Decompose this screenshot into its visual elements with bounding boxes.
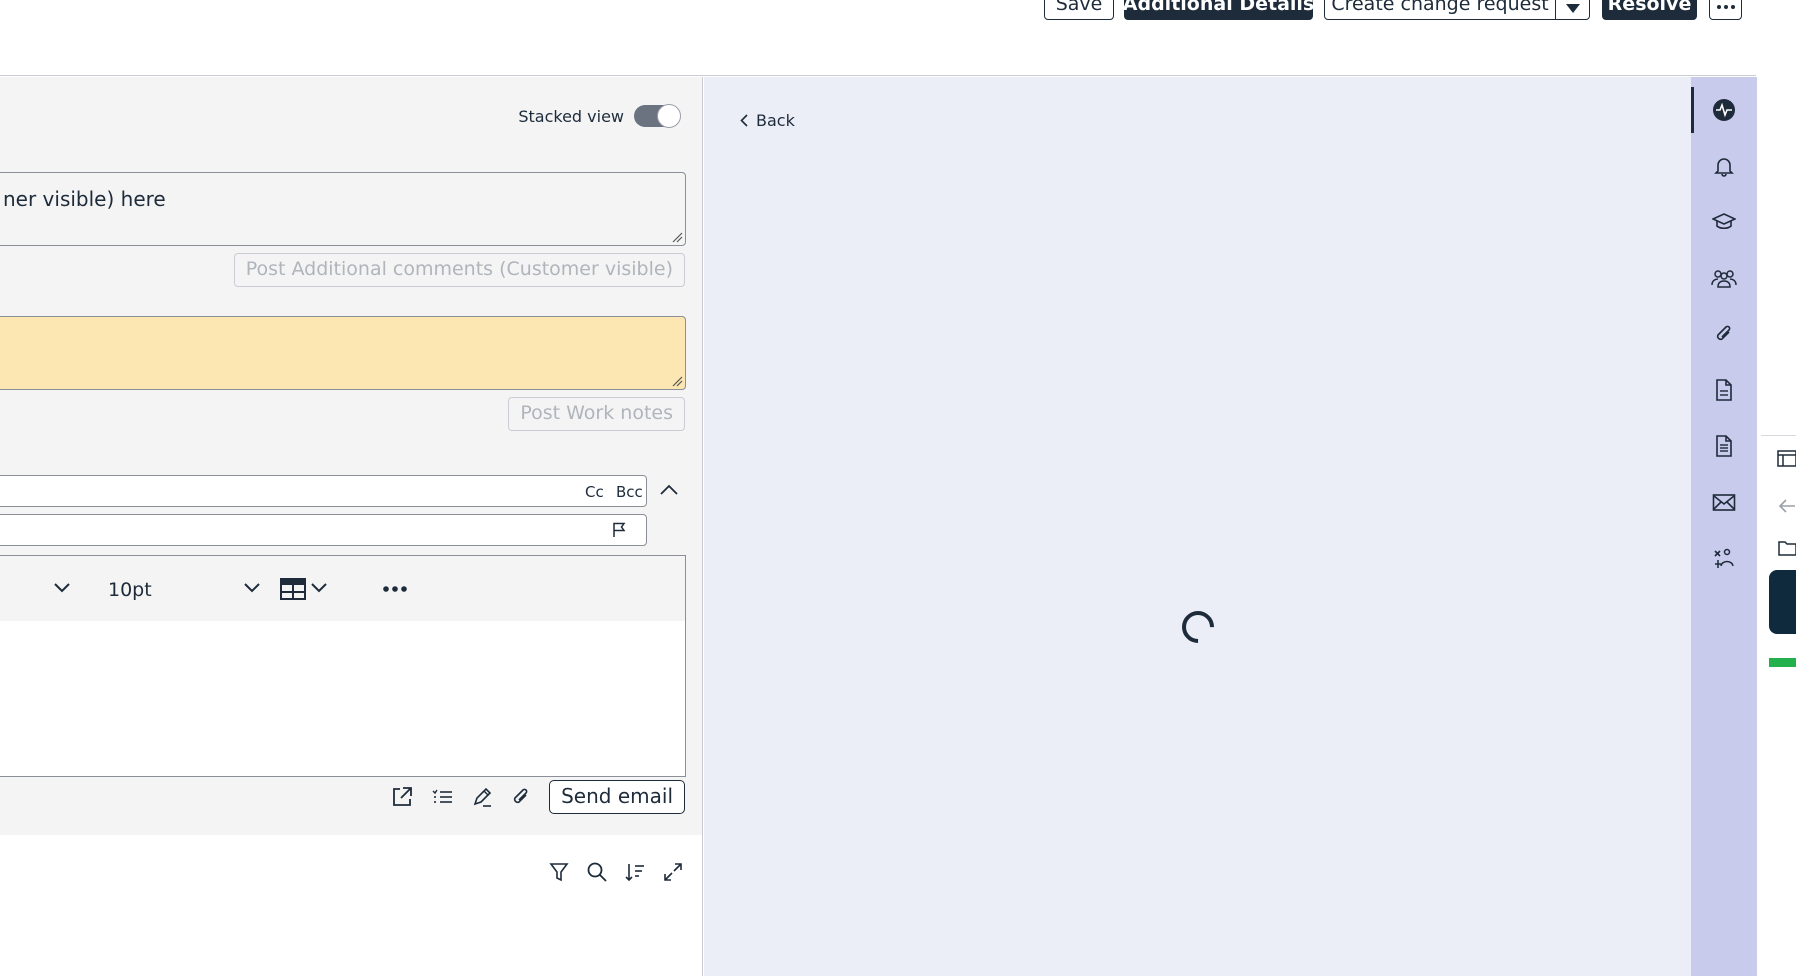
email-to-field[interactable]: Cc Bcc [0, 475, 647, 507]
back-link[interactable]: Back [740, 111, 795, 130]
cc-link[interactable]: Cc [585, 483, 604, 501]
record-header: Save Additional Details Create change re… [0, 0, 1756, 76]
dark-tab-block[interactable] [1769, 570, 1796, 634]
save-button[interactable]: Save [1044, 0, 1114, 20]
rail-document-button[interactable] [1691, 365, 1757, 415]
stacked-view-label: Stacked view [518, 106, 624, 126]
bcc-link[interactable]: Bcc [616, 483, 643, 501]
rail-email-button[interactable] [1691, 477, 1757, 527]
bell-icon [1714, 155, 1734, 177]
additional-details-button[interactable]: Additional Details [1123, 0, 1314, 20]
more-icon [1716, 5, 1735, 9]
rail-assign-button[interactable] [1691, 533, 1757, 583]
create-change-request-button[interactable]: Create change request [1324, 0, 1556, 20]
rail-groups-button[interactable] [1691, 253, 1757, 303]
document-icon [1714, 378, 1734, 402]
divider-line [1761, 435, 1796, 436]
table-chevron-down-icon[interactable] [311, 583, 327, 593]
stacked-view-toggle[interactable] [634, 104, 681, 128]
caret-down-icon [1565, 4, 1580, 13]
work-notes-field[interactable] [0, 316, 686, 390]
expand-icon[interactable] [662, 861, 684, 883]
filter-icon[interactable] [548, 861, 570, 883]
sort-icon[interactable] [624, 861, 646, 883]
editor-toolbar: 10pt [0, 556, 685, 621]
rail-notifications-button[interactable] [1691, 141, 1757, 191]
stacked-view-control: Stacked view [518, 104, 681, 128]
collapse-chevron-up-icon[interactable] [660, 484, 678, 495]
document-lines-icon [1714, 434, 1734, 458]
signature-pen-icon[interactable] [471, 786, 493, 808]
additional-comments-field[interactable]: ner visible) here [0, 172, 686, 246]
rail-document-lines-button[interactable] [1691, 421, 1757, 471]
email-actions: Send email [391, 780, 685, 814]
side-rail [1691, 77, 1757, 976]
panel-icon[interactable] [1777, 450, 1796, 467]
contextual-side-panel: Back [704, 77, 1691, 976]
paperclip-icon [1714, 322, 1734, 346]
arrow-left-icon[interactable] [1778, 498, 1796, 514]
email-body-editor[interactable]: 10pt [0, 555, 686, 777]
additional-comments-text: ner visible) here [3, 187, 166, 211]
back-label: Back [756, 111, 795, 130]
graduation-cap-icon [1712, 212, 1736, 232]
compose-panel: Stacked view ner visible) here Post Addi… [0, 77, 703, 976]
post-additional-comments-button[interactable]: Post Additional comments (Customer visib… [233, 253, 685, 287]
toggle-knob [657, 104, 681, 128]
folder-icon[interactable] [1778, 540, 1796, 556]
group-icon [1711, 268, 1737, 288]
rail-attachments-button[interactable] [1691, 309, 1757, 359]
flag-icon[interactable] [611, 522, 627, 538]
email-subject-field[interactable] [0, 514, 647, 546]
resize-handle-icon[interactable] [671, 375, 683, 387]
assign-icon [1712, 546, 1736, 570]
adjacent-window-edge [1757, 0, 1796, 976]
activity-tools [548, 861, 684, 883]
send-email-button[interactable]: Send email [549, 780, 685, 814]
chevron-left-icon [740, 114, 748, 127]
resize-handle-icon[interactable] [671, 231, 683, 243]
more-actions-button[interactable] [1709, 0, 1742, 20]
font-family-chevron-down-icon[interactable] [54, 583, 70, 593]
table-icon[interactable] [280, 578, 306, 600]
post-work-notes-button[interactable]: Post Work notes [508, 397, 685, 431]
more-formatting-icon[interactable] [383, 586, 407, 592]
activity-icon [1712, 98, 1736, 122]
rail-knowledge-button[interactable] [1691, 197, 1757, 247]
rail-activity-button[interactable] [1691, 85, 1757, 135]
search-icon[interactable] [586, 861, 608, 883]
external-link-icon[interactable] [391, 786, 413, 808]
status-bar [1769, 658, 1796, 667]
activity-stream [0, 835, 702, 976]
create-change-request-menu-button[interactable] [1555, 0, 1590, 20]
envelope-icon [1712, 492, 1736, 512]
font-size-chevron-down-icon[interactable] [244, 583, 260, 593]
loading-spinner [1175, 604, 1221, 650]
resolve-button[interactable]: Resolve [1602, 0, 1697, 20]
font-size-value[interactable]: 10pt [108, 579, 152, 601]
list-icon[interactable] [431, 788, 453, 806]
attachment-icon[interactable] [511, 786, 531, 808]
